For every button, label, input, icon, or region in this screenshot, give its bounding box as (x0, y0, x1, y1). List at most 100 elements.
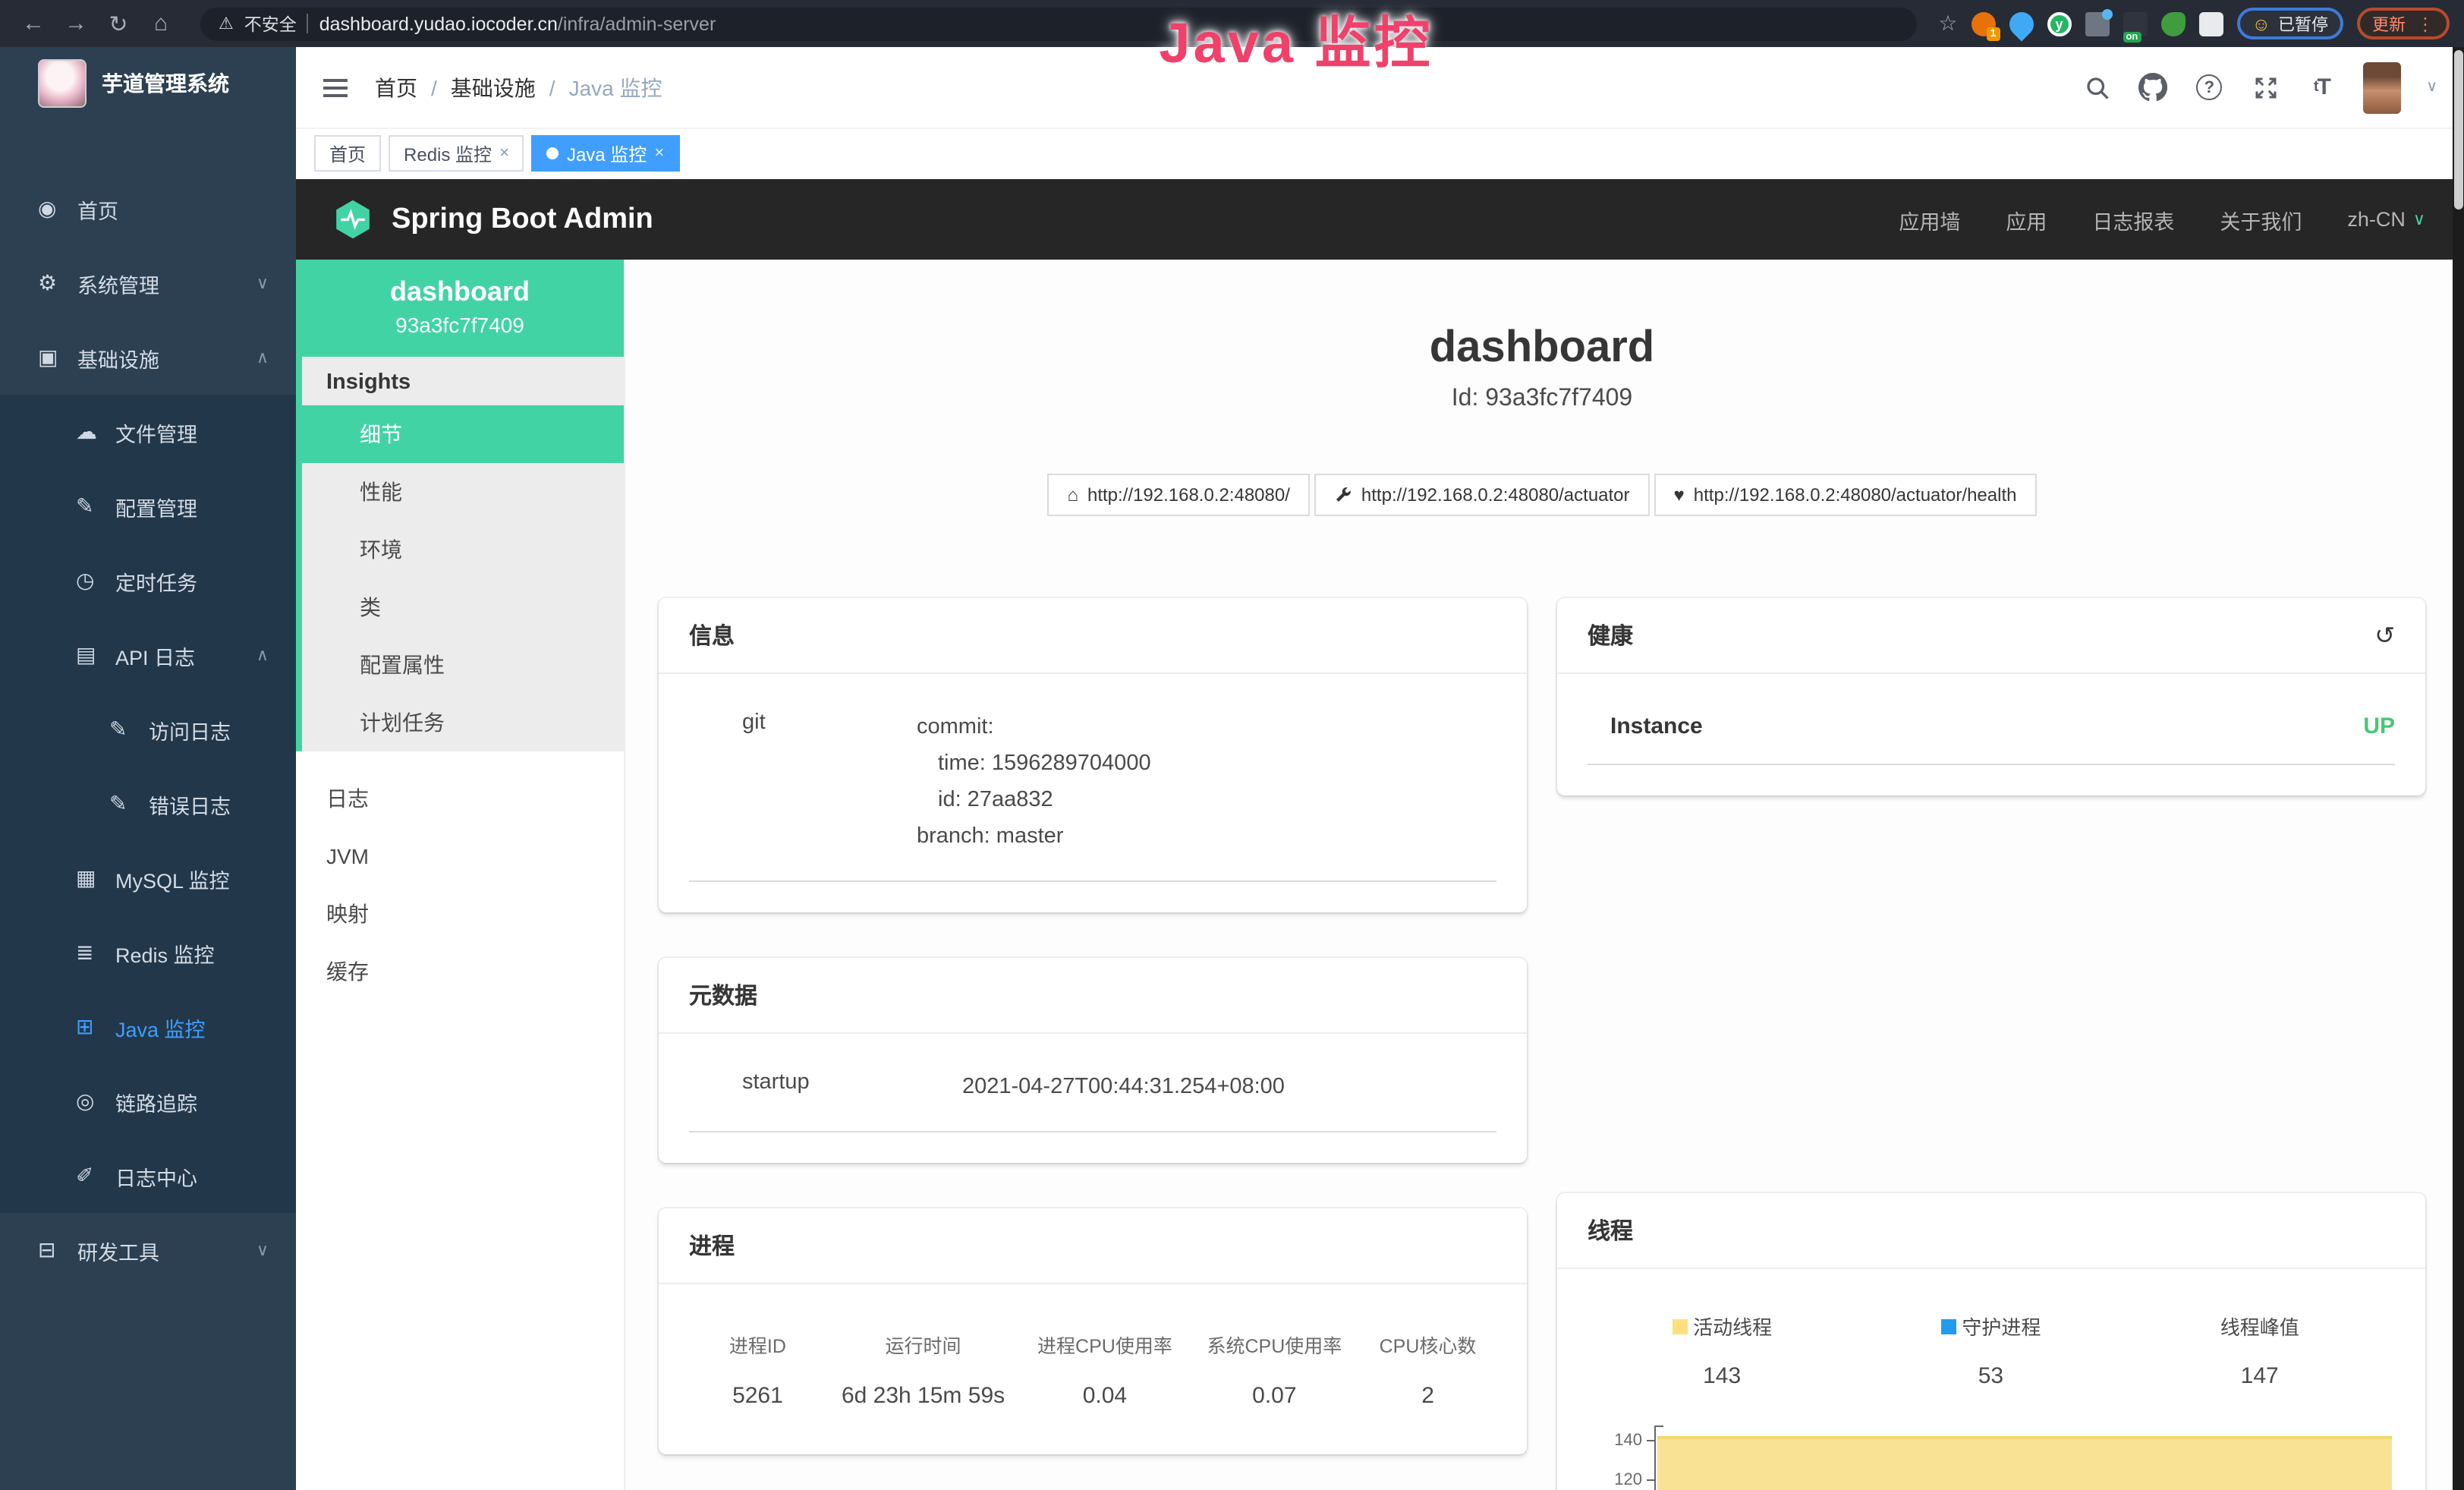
extension-grid-icon[interactable] (2085, 11, 2109, 36)
sidebar-item-label: 访问日志 (149, 714, 231, 745)
process-col-pid: 进程ID 5261 (689, 1329, 826, 1408)
sba-item-jvm[interactable]: JVM (296, 827, 624, 885)
browser-home-icon[interactable]: ⌂ (143, 11, 179, 36)
sidebar-item-apilog[interactable]: ▤ API 日志 ∧ (0, 618, 296, 692)
sba-brand[interactable]: Spring Boot Admin (332, 199, 653, 240)
sidebar-item-infra[interactable]: ▣ 基础设施 ∧ (0, 320, 296, 395)
extension-switch-icon[interactable]: on (2123, 11, 2147, 36)
sba-language-label: zh-CN (2347, 208, 2406, 231)
tab-java[interactable]: Java 监控 × (532, 135, 679, 172)
sidebar-item-system[interactable]: ⚙ 系统管理 ∨ (0, 246, 296, 320)
app-logo-row[interactable]: 芋道管理系统 (0, 47, 296, 120)
sidebar-item-trace[interactable]: ◎ 链路追踪 (0, 1064, 296, 1139)
page-tabs: 首页 Redis 监控 × Java 监控 × (296, 129, 2464, 179)
close-icon[interactable]: × (499, 144, 509, 162)
profile-paused-chip[interactable]: ☺ 已暂停 (2236, 8, 2343, 39)
address-bar[interactable]: ⚠ 不安全 dashboard.yudao.iocoder.cn/infra/a… (200, 7, 1917, 40)
threads-card: 线程 活动线程 143 守护进程 (1557, 1193, 2425, 1490)
tab-home[interactable]: 首页 (314, 135, 381, 172)
edit-note-icon: ✎ (109, 717, 149, 742)
process-card: 进程 进程ID 5261 运行时间 (659, 1208, 1527, 1454)
extension-pin-icon[interactable] (2004, 6, 2038, 40)
font-size-icon[interactable]: tT (2306, 72, 2337, 102)
instance-url-chips: ⌂ http://192.168.0.2:48080/ http://192.1… (659, 474, 2425, 516)
sba-item-metrics[interactable]: 性能 (302, 463, 624, 521)
git-commit-time: time: 1596289704000 (917, 747, 1151, 783)
topbar-actions: ? tT ∨ (2082, 61, 2437, 113)
health-card-header: 健康 ↺ (1557, 598, 2425, 674)
browser-back-icon[interactable]: ← (15, 11, 52, 36)
sba-instance-header[interactable]: dashboard 93a3fc7f7409 (296, 260, 624, 357)
sidebar-item-devtool[interactable]: ⊟ 研发工具 ∨ (0, 1213, 296, 1287)
history-icon[interactable]: ↺ (2374, 620, 2395, 650)
extension-y-icon[interactable]: y (2047, 11, 2071, 36)
sidebar-item-job[interactable]: ◷ 定时任务 (0, 543, 296, 618)
tab-redis[interactable]: Redis 监控 × (389, 135, 524, 172)
sba-item-environment[interactable]: 环境 (302, 521, 624, 578)
sidebar-item-mysql[interactable]: ▦ MySQL 监控 (0, 841, 296, 915)
breadcrumb: 首页 / 基础设施 / Java 监控 (375, 72, 662, 102)
breadcrumb-home[interactable]: 首页 (375, 72, 417, 102)
browser-forward-icon[interactable]: → (58, 11, 94, 36)
github-icon[interactable] (2138, 72, 2168, 102)
health-url-chip[interactable]: ♥ http://192.168.0.2:48080/actuator/heal… (1654, 474, 2037, 516)
help-icon[interactable]: ? (2194, 72, 2224, 102)
sidebar-item-label: 系统管理 (77, 268, 159, 298)
sidebar-item-logcenter[interactable]: ✐ 日志中心 (0, 1139, 296, 1213)
sidebar-item-file[interactable]: ☁ 文件管理 (0, 395, 296, 469)
cell-value: 0.07 (1190, 1382, 1359, 1408)
extension-leaf-icon[interactable] (2160, 11, 2185, 36)
sba-item-scheduledtasks[interactable]: 计划任务 (302, 694, 624, 751)
sba-nav-about[interactable]: 关于我们 (2220, 204, 2302, 235)
search-icon[interactable] (2082, 72, 2112, 102)
browser-menu-kebab-icon[interactable]: ⋮ (2416, 13, 2434, 34)
pen-icon: ✐ (76, 1163, 115, 1189)
sba-item-logfile[interactable]: 日志 (296, 770, 624, 827)
process-col-syscpu: 系统CPU使用率 0.07 (1190, 1329, 1359, 1408)
sidebar-item-errorlog[interactable]: ✎ 错误日志 (0, 767, 296, 841)
cell-value: 2 (1359, 1382, 1496, 1408)
close-icon[interactable]: × (654, 144, 664, 162)
browser-reload-icon[interactable]: ↻ (100, 10, 137, 37)
sidebar-item-redis[interactable]: ≣ Redis 监控 (0, 915, 296, 990)
service-url-chip[interactable]: ⌂ http://192.168.0.2:48080/ (1048, 474, 1310, 516)
cards-left-column: 信息 git commit: time: 1596289704000 id: 2… (659, 598, 1527, 1454)
process-col-cores: CPU核心数 2 (1359, 1329, 1496, 1408)
avatar[interactable] (2362, 61, 2400, 113)
sba-item-caches[interactable]: 缓存 (296, 943, 624, 1000)
avatar-caret-icon[interactable]: ∨ (2426, 79, 2437, 96)
hamburger-icon[interactable] (323, 78, 348, 96)
sba-nav-wall[interactable]: 应用墙 (1899, 204, 1960, 235)
sba-item-configprops[interactable]: 配置属性 (302, 636, 624, 694)
browser-update-button[interactable]: 更新 ⋮ (2357, 8, 2450, 39)
breadcrumb-infra[interactable]: 基础设施 (451, 72, 536, 102)
tab-label: 首页 (329, 140, 366, 166)
sidebar-item-home[interactable]: ◉ 首页 (0, 172, 296, 246)
sidebar-item-config[interactable]: ✎ 配置管理 (0, 469, 296, 543)
actuator-url-chip[interactable]: http://192.168.0.2:48080/actuator (1314, 474, 1650, 516)
actuator-url: http://192.168.0.2:48080/actuator (1361, 484, 1630, 506)
sba-item-details[interactable]: 细节 (296, 405, 624, 463)
health-instance-row[interactable]: Instance UP (1588, 710, 2395, 765)
sba-nav-applications[interactable]: 应用 (2006, 204, 2047, 235)
bookmark-star-icon[interactable]: ☆ (1938, 11, 1957, 36)
fullscreen-icon[interactable] (2250, 72, 2280, 102)
health-card: 健康 ↺ Instance UP (1557, 598, 2425, 795)
legend-value: 53 (1856, 1362, 2125, 1388)
security-label: 不安全 (244, 11, 297, 36)
sidebar-item-accesslog[interactable]: ✎ 访问日志 (0, 692, 296, 767)
sba-nav-journal[interactable]: 日志报表 (2092, 204, 2174, 235)
sba-item-classes[interactable]: 类 (302, 578, 624, 636)
extension-colorzilla-icon[interactable]: 1 (1971, 11, 1995, 36)
monitor-icon: ▣ (38, 345, 77, 370)
sba-content: dashboard Id: 93a3fc7f7409 ⌂ http://192.… (625, 260, 2464, 1490)
sba-item-mappings[interactable]: 映射 (296, 885, 624, 943)
url-path: /infra/admin-server (558, 13, 716, 34)
page-scrollbar[interactable] (2453, 47, 2464, 1490)
scrollbar-thumb[interactable] (2454, 50, 2463, 209)
extensions-puzzle-icon[interactable] (2198, 11, 2223, 36)
cards-grid: 信息 git commit: time: 1596289704000 id: 2… (659, 598, 2425, 1490)
sidebar-item-java[interactable]: ⊞ Java 监控 (0, 990, 296, 1064)
sba-language-select[interactable]: zh-CN ∨ (2347, 208, 2425, 231)
toolbox-icon: ⊟ (38, 1237, 77, 1263)
